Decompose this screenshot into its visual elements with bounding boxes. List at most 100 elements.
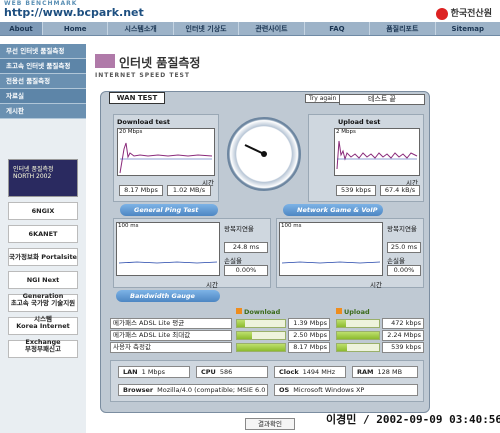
lan-value: 1 Mbps <box>141 368 166 376</box>
clock-info: Clock 1494 MHz <box>274 366 346 378</box>
bandwidth-header: Bandwidth Gauge <box>116 290 220 302</box>
upload-chart <box>336 140 418 170</box>
link-6ngix[interactable]: 6NGIX <box>8 202 78 220</box>
download-title: Download test <box>117 118 170 126</box>
voip-scale: 100 ms <box>281 223 302 229</box>
sidebar-item-board[interactable]: 게시판 <box>0 104 86 119</box>
link-corruption-report[interactable]: 부정부패신고 <box>8 340 78 358</box>
main-nav: About Home 시스템소개 인터넷 기상도 관련사이트 FAQ 품질리포트… <box>0 22 500 36</box>
speed-gauge <box>227 117 301 191</box>
download-gauge-fill <box>237 320 246 327</box>
link-kix[interactable]: Korea Internet Exchange <box>8 317 78 346</box>
sidebar-item-leased[interactable]: 전용선 품질측정 <box>0 74 86 89</box>
upload-kbps: 539 kbps <box>336 185 376 196</box>
sidebar-banner[interactable]: 인터넷 품질측정 NORTH 2002 <box>8 159 78 197</box>
browser-value: Mozilla/4.0 (compatible; MSIE 6.0 <box>157 386 266 394</box>
upload-gauge-fill <box>337 332 379 339</box>
row-label: 사용자 측정값 <box>110 342 232 353</box>
download-mbps: 8.17 Mbps <box>119 185 163 196</box>
browser-info: Browser Mozilla/4.0 (compatible; MSIE 6.0 <box>118 384 268 396</box>
bandwidth-row: 메가패스 ADSL Lite 최대값 2.50 Mbps 2.24 Mbps <box>110 330 424 342</box>
brand[interactable]: 한국전산원 <box>435 6 492 20</box>
clock-label: Clock <box>279 368 299 376</box>
os-value: Microsoft Windows XP <box>293 386 365 394</box>
link-support-system[interactable]: 초고속 국가망 기술지원 시스템 <box>8 294 78 323</box>
sidebar: 무선 인터넷 품질측정 초고속 인터넷 품질측정 전용선 품질측정 자료실 게시… <box>0 44 86 433</box>
bandwidth-download-header: Download <box>236 308 280 316</box>
ping-scale: 100 ms <box>118 223 139 229</box>
nav-item-related[interactable]: 관련사이트 <box>238 22 303 35</box>
cpu-value: 586 <box>219 368 233 376</box>
download-gauge <box>236 319 286 328</box>
upload-gauge <box>336 343 380 352</box>
sidebar-item-broadband[interactable]: 초고속 인터넷 품질측정 <box>0 59 86 74</box>
upload-scale: 2 Mbps <box>336 129 356 135</box>
upload-gauge <box>336 331 380 340</box>
upload-gauge-fill <box>337 320 346 327</box>
gauge-needle-icon <box>244 144 267 157</box>
nav-item-home[interactable]: Home <box>42 22 107 35</box>
nav-item-weather[interactable]: 인터넷 기상도 <box>172 22 238 35</box>
ping-time-label: 시간 <box>206 281 218 289</box>
voip-test-header: Network Game & VoIP Test <box>283 204 383 226</box>
site-url[interactable]: http://www.bcpark.net <box>4 6 144 19</box>
download-gauge <box>236 331 286 340</box>
row-download: 8.17 Mbps <box>288 342 330 353</box>
row-upload: 539 kbps <box>382 342 424 353</box>
ram-value: 128 MB <box>377 368 403 376</box>
row-upload: 2.24 Mbps <box>382 330 424 341</box>
cpu-info: CPU 586 <box>196 366 268 378</box>
bandwidth-row: 메가패스 ADSL Lite 평균 1.39 Mbps 472 kbps <box>110 318 424 330</box>
bandwidth-upload-header: Upload <box>336 308 370 316</box>
upload-gauge <box>336 319 380 328</box>
ping-rtt-label: 왕복지연율 <box>224 225 254 233</box>
nav-item-about[interactable]: About <box>0 22 42 35</box>
ping-rtt: 24.8 ms <box>224 242 268 253</box>
download-chart <box>119 142 213 174</box>
test-status: 테스트 끝 <box>339 94 425 105</box>
row-download: 1.39 Mbps <box>288 318 330 329</box>
ram-info: RAM 128 MB <box>352 366 418 378</box>
lan-label: LAN <box>123 368 138 376</box>
tab-wan-test[interactable]: WAN TEST <box>109 92 165 104</box>
ram-label: RAM <box>357 368 374 376</box>
cpu-label: CPU <box>201 368 216 376</box>
os-label: OS <box>279 386 290 394</box>
upload-kbs: 67.4 kB/s <box>380 185 420 196</box>
browser-label: Browser <box>123 386 154 394</box>
nav-item-system[interactable]: 시스템소개 <box>107 22 172 35</box>
voip-plot <box>279 222 383 276</box>
nav-item-sitemap[interactable]: Sitemap <box>434 22 500 35</box>
footer-signature: 이경민 / 2002-09-09 03:40:56 <box>326 413 500 426</box>
try-again-button[interactable]: Try again <box>305 94 341 103</box>
link-portalsite[interactable]: 국가정보화 Portalsite <box>8 248 78 266</box>
page-subtitle: INTERNET SPEED TEST <box>95 72 190 79</box>
ping-loss: 0.00% <box>224 265 268 276</box>
link-6kanet[interactable]: 6KANET <box>8 225 78 243</box>
link-ngi[interactable]: NGI Next Generation <box>8 271 78 300</box>
voip-rtt-label: 왕복지연율 <box>387 225 417 233</box>
orange-square-icon <box>236 308 242 314</box>
ping-test-header: General Ping Test <box>120 204 218 216</box>
bandwidth-upload-label: Upload <box>344 308 370 316</box>
clock-value: 1494 MHz <box>302 368 336 376</box>
sidebar-item-archive[interactable]: 자료실 <box>0 89 86 104</box>
confirm-results-button[interactable]: 결과확인 <box>245 418 295 430</box>
download-gauge <box>236 343 286 352</box>
voip-chart <box>281 261 381 264</box>
title-decoration <box>95 54 115 68</box>
nav-item-faq[interactable]: FAQ <box>303 22 369 35</box>
upload-gauge-fill <box>337 344 348 351</box>
bandwidth-download-label: Download <box>244 308 281 316</box>
ping-loss-label: 손실율 <box>224 257 242 265</box>
page-header: 인터넷 품질측정 INTERNET SPEED TEST <box>95 50 325 82</box>
download-scale: 20 Mbps <box>119 129 143 135</box>
download-mbs: 1.02 MB/s <box>167 185 211 196</box>
voip-rtt: 25.0 ms <box>387 242 421 253</box>
row-upload: 472 kbps <box>382 318 424 329</box>
voip-loss-label: 손실율 <box>387 257 405 265</box>
upload-plot <box>334 128 420 176</box>
sidebar-item-wireless[interactable]: 무선 인터넷 품질측정 <box>0 44 86 59</box>
sidebar-links: 6NGIX 6KANET 국가정보화 Portalsite NGI Next G… <box>0 202 86 358</box>
nav-item-report[interactable]: 품질리포트 <box>369 22 434 35</box>
